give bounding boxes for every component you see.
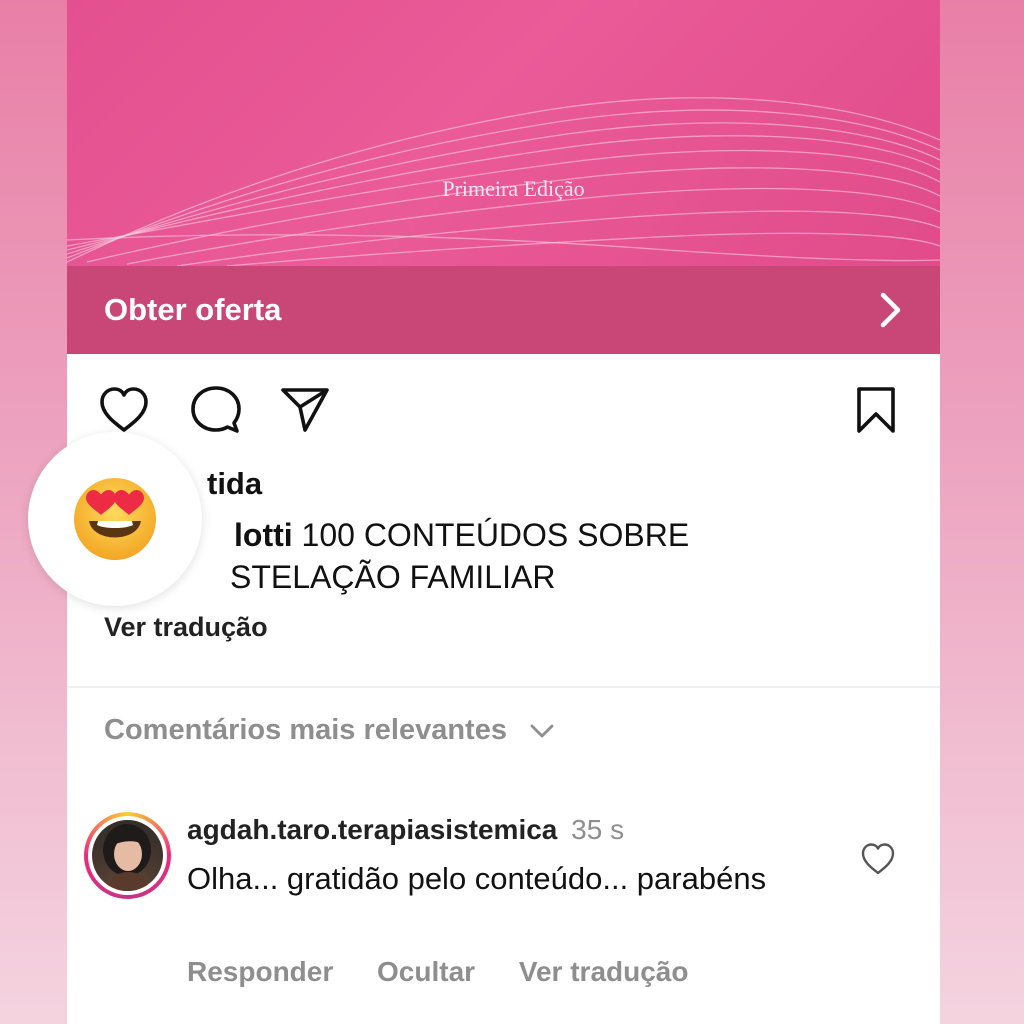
get-offer-label: Obter oferta bbox=[104, 292, 282, 327]
comment-button[interactable] bbox=[188, 383, 242, 437]
reaction-bubble bbox=[28, 432, 202, 606]
comment-item: agdah.taro.terapiasistemica 35 s Olha...… bbox=[67, 808, 940, 1008]
share-button[interactable] bbox=[278, 383, 332, 437]
comment-see-translation-link[interactable]: Ver tradução bbox=[519, 956, 689, 987]
reply-button[interactable]: Responder bbox=[187, 956, 333, 987]
hide-button[interactable]: Ocultar bbox=[377, 956, 475, 987]
share-icon bbox=[281, 388, 329, 432]
wave-lines-decoration bbox=[67, 97, 940, 266]
post-action-bar bbox=[67, 383, 940, 433]
caption-line-2: STELAÇÃO FAMILIAR bbox=[230, 559, 556, 595]
save-button[interactable] bbox=[849, 383, 903, 437]
ad-hero-image[interactable]: Primeira Edição bbox=[67, 0, 940, 266]
heart-icon bbox=[861, 843, 895, 875]
heart-icon bbox=[100, 387, 148, 432]
comment-icon bbox=[191, 386, 241, 433]
comment-timestamp: 35 s bbox=[571, 814, 625, 845]
comment-sort-dropdown[interactable]: Comentários mais relevantes bbox=[104, 714, 555, 747]
post-caption: lotti 100 CONTEÚDOS SOBRE STELAÇÃO FAMIL… bbox=[104, 514, 904, 598]
chevron-down-icon bbox=[530, 724, 554, 737]
caption-line-1: 100 CONTEÚDOS SOBRE bbox=[301, 517, 690, 553]
commenter-username[interactable]: agdah.taro.terapiasistemica bbox=[187, 814, 557, 845]
comment-like-button[interactable] bbox=[860, 842, 896, 881]
get-offer-button[interactable]: Obter oferta bbox=[67, 266, 940, 354]
caption-username[interactable]: tida bbox=[207, 466, 262, 502]
comment-text: Olha... gratidão pelo conteúdo... parabé… bbox=[187, 861, 767, 896]
like-button[interactable] bbox=[97, 383, 151, 437]
comment-sort-label: Comentários mais relevantes bbox=[104, 714, 507, 746]
divider bbox=[67, 686, 940, 688]
heart-eyes-emoji-icon bbox=[74, 478, 156, 560]
caption-author[interactable]: lotti bbox=[234, 517, 293, 553]
chevron-right-icon bbox=[880, 292, 901, 328]
see-translation-link[interactable]: Ver tradução bbox=[104, 612, 268, 643]
commenter-avatar[interactable] bbox=[84, 812, 171, 899]
ad-hero-caption: Primeira Edição bbox=[442, 176, 585, 201]
bookmark-icon bbox=[857, 387, 895, 433]
avatar-photo bbox=[92, 820, 163, 891]
